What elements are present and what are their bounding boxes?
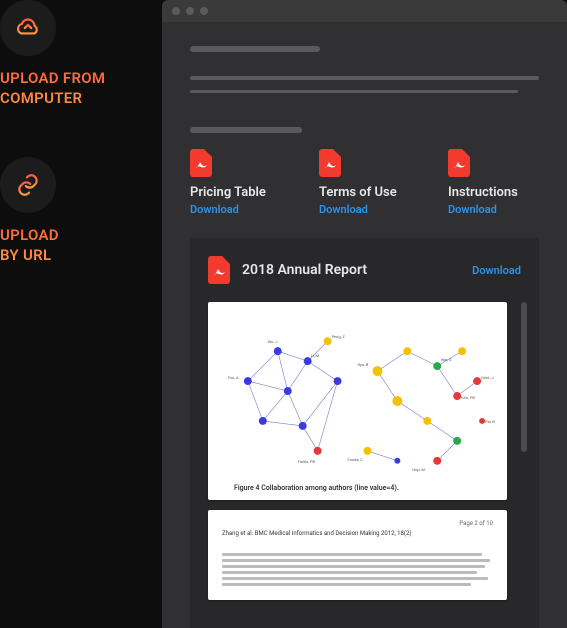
- upload-from-computer[interactable]: UPLOAD FROM COMPUTER: [0, 0, 162, 157]
- pdf-icon: [190, 149, 212, 177]
- document-page: Fox, A Wu, J Li, M Peng, Z Fields, PB Ry…: [208, 302, 507, 500]
- card-title: Terms of Use: [319, 185, 410, 200]
- svg-text:Hop, M: Hop, M: [412, 467, 425, 472]
- network-graph-image: Fox, A Wu, J Li, M Peng, Z Fields, PB Ry…: [208, 302, 507, 500]
- card-pricing-table[interactable]: Pricing Table Download: [190, 149, 281, 216]
- upload-by-url-label: UPLOAD BY URL: [0, 225, 162, 266]
- window-close-dot[interactable]: [172, 7, 180, 15]
- skeleton-line: [190, 90, 518, 94]
- svg-text:Wu, J: Wu, J: [268, 339, 278, 344]
- featured-title: 2018 Annual Report: [242, 262, 472, 278]
- page-header-text: Zhang et al. BMC Medical Informatics and…: [222, 530, 411, 537]
- pdf-icon: [208, 256, 230, 284]
- svg-text:Ryu, B: Ryu, B: [358, 362, 369, 367]
- page-number: Page 2 of 10: [459, 520, 493, 527]
- skeleton-heading: [190, 46, 320, 52]
- svg-text:Nar, S: Nar, S: [441, 357, 452, 362]
- pdf-icon: [319, 149, 341, 177]
- window-min-dot[interactable]: [186, 7, 194, 15]
- svg-text:Fields, PB: Fields, PB: [298, 459, 316, 464]
- window-max-dot[interactable]: [200, 7, 208, 15]
- card-title: Instructions: [448, 185, 539, 200]
- card-terms-of-use[interactable]: Terms of Use Download: [319, 149, 410, 216]
- document-viewer[interactable]: Fox, A Wu, J Li, M Peng, Z Fields, PB Ry…: [208, 302, 521, 610]
- svg-text:Grint, J: Grint, J: [481, 375, 493, 380]
- link-icon: [0, 157, 56, 213]
- download-link[interactable]: Download: [319, 203, 410, 216]
- upload-by-url[interactable]: UPLOAD BY URL: [0, 157, 162, 314]
- card-instructions[interactable]: Instructions Download: [448, 149, 539, 216]
- skeleton-line: [190, 76, 539, 80]
- svg-text:Pai, B: Pai, B: [485, 419, 495, 424]
- upload-from-computer-label: UPLOAD FROM COMPUTER: [0, 68, 162, 109]
- download-link[interactable]: Download: [448, 203, 539, 216]
- cloud-upload-icon: [0, 0, 56, 56]
- svg-text:Li, M: Li, M: [311, 353, 320, 358]
- svg-text:Peng, Z: Peng, Z: [332, 334, 346, 339]
- window-content: Pricing Table Download Terms of Use Down…: [162, 22, 567, 628]
- svg-text:Kim, PB: Kim, PB: [461, 395, 475, 400]
- card-title: Pricing Table: [190, 185, 281, 200]
- document-page: Zhang et al. BMC Medical Informatics and…: [208, 510, 507, 600]
- featured-document: 2018 Annual Report Download: [190, 238, 539, 628]
- figure-caption: Figure 4 Collaboration among authors (li…: [234, 484, 399, 492]
- document-cards: Pricing Table Download Terms of Use Down…: [190, 149, 539, 216]
- window-titlebar: [162, 0, 567, 22]
- download-link[interactable]: Download: [190, 203, 281, 216]
- download-link[interactable]: Download: [472, 264, 521, 277]
- featured-header: 2018 Annual Report Download: [208, 256, 521, 284]
- svg-text:Fox, A: Fox, A: [228, 375, 239, 380]
- pdf-icon: [448, 149, 470, 177]
- svg-text:Fonda, C: Fonda, C: [348, 457, 364, 462]
- scrollbar-thumb[interactable]: [521, 302, 527, 452]
- skeleton-subheading: [190, 127, 302, 133]
- sidebar: UPLOAD FROM COMPUTER UPLOAD BY URL: [0, 0, 162, 628]
- app-window: Pricing Table Download Terms of Use Down…: [162, 0, 567, 628]
